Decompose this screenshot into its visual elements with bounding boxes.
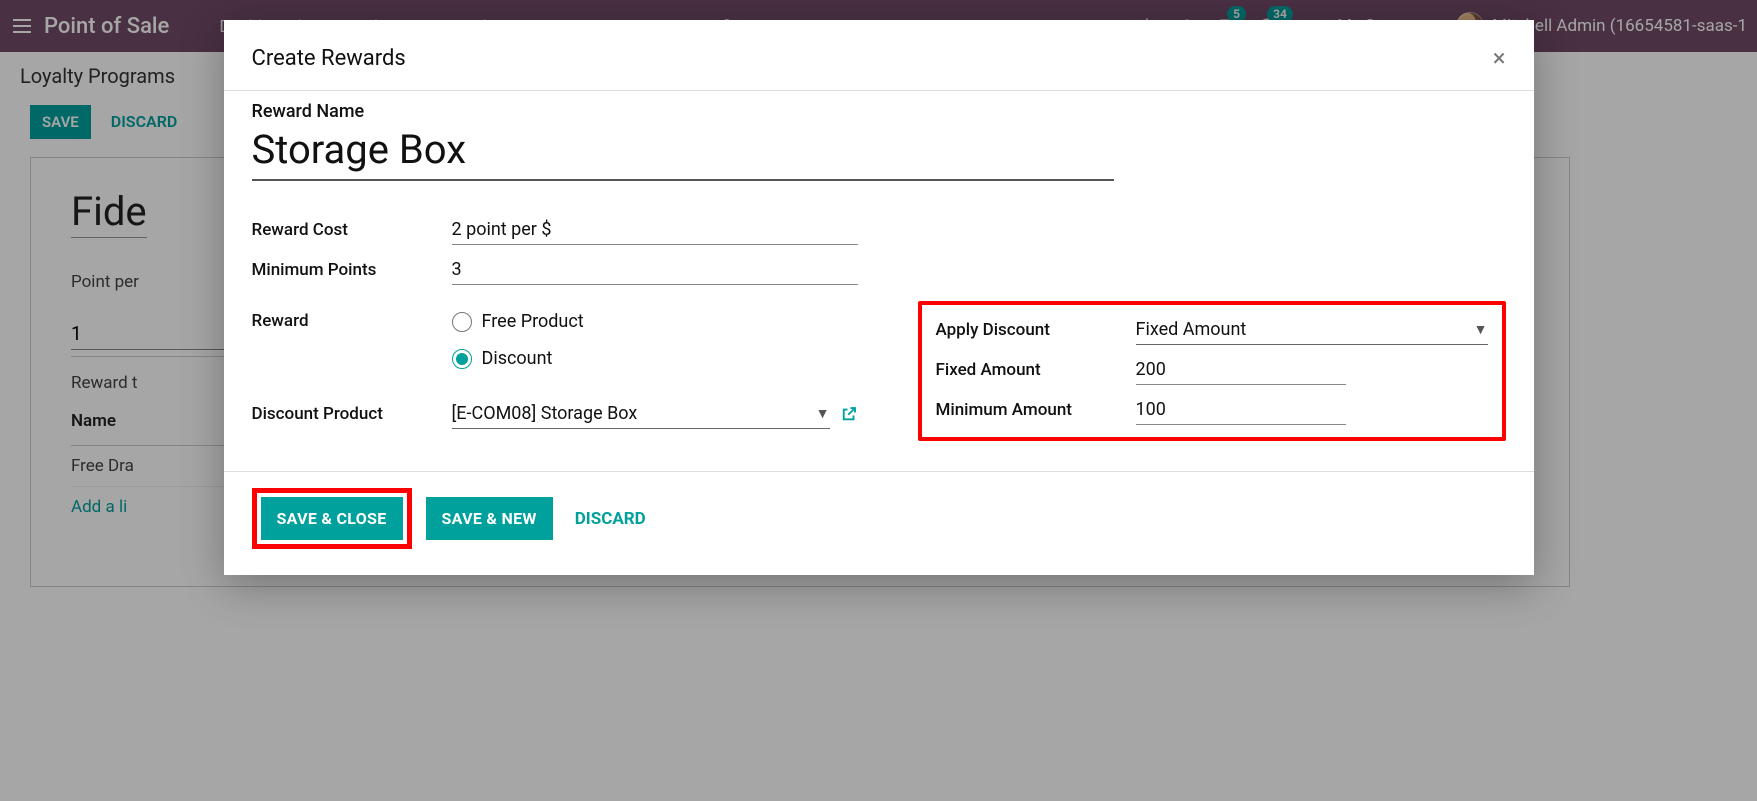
create-rewards-modal: Create Rewards × Reward Name Reward Cost… [224,20,1534,575]
discount-highlight-box: Apply Discount Fixed Amount ▼ Fixed Amou… [918,301,1506,441]
modal-overlay: Create Rewards × Reward Name Reward Cost… [0,0,1757,801]
reward-name-input[interactable] [252,124,1114,181]
save-new-button[interactable]: SAVE & NEW [426,497,553,540]
min-points-input[interactable] [452,255,858,285]
modal-title: Create Rewards [252,46,406,71]
min-amount-input[interactable] [1136,395,1346,425]
fixed-amount-input[interactable] [1136,355,1346,385]
radio-free-product[interactable]: Free Product [452,311,858,332]
min-amount-label: Minimum Amount [936,400,1136,420]
apply-discount-select[interactable]: Fixed Amount ▼ [1136,315,1488,345]
discount-product-label: Discount Product [252,404,452,424]
reward-cost-label: Reward Cost [252,220,452,240]
radio-discount[interactable]: Discount [452,348,858,369]
close-icon[interactable]: × [1493,44,1506,72]
discount-product-select[interactable]: [E-COM08] Storage Box ▼ [452,399,830,429]
reward-name-label: Reward Name [252,101,1506,122]
min-points-label: Minimum Points [252,260,452,280]
apply-discount-label: Apply Discount [936,320,1136,340]
fixed-amount-label: Fixed Amount [936,360,1136,380]
chevron-down-icon: ▼ [816,405,830,422]
chevron-down-icon: ▼ [1474,321,1488,338]
reward-type-label: Reward [252,311,452,331]
save-close-button[interactable]: SAVE & CLOSE [261,497,403,540]
save-close-highlight: SAVE & CLOSE [252,488,412,549]
modal-discard-button[interactable]: DISCARD [567,497,654,541]
reward-cost-input[interactable] [452,215,858,245]
external-link-icon[interactable] [840,405,858,423]
